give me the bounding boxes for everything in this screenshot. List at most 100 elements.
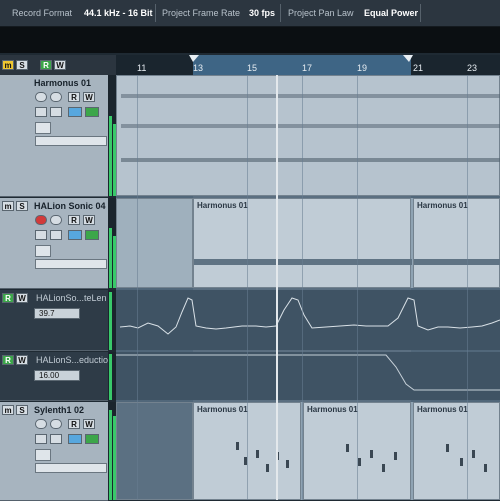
bar-number: 13 (193, 63, 204, 73)
playback-cursor[interactable] (276, 75, 278, 500)
read-button[interactable]: R (68, 215, 80, 225)
automation-parameter-name[interactable]: HALionSo...teLen (36, 293, 107, 303)
part-name: Harmonus 01 (417, 201, 468, 210)
pan-law-label: Project Pan Law (288, 8, 354, 18)
automation-read-button[interactable]: R (2, 355, 14, 365)
track-lane-harmonus[interactable] (116, 75, 500, 196)
timebase-button[interactable] (68, 230, 82, 240)
lane-slot[interactable] (35, 259, 107, 269)
automation-value[interactable]: 16.00 (34, 370, 80, 381)
global-read-button[interactable]: R (40, 60, 52, 70)
timebase-button[interactable] (68, 107, 82, 117)
midi-notes (121, 94, 500, 162)
bar-number: 19 (357, 63, 368, 73)
edit-button[interactable] (35, 230, 47, 240)
midi-part[interactable] (116, 198, 193, 288)
track-meter (108, 75, 116, 196)
grid-line (467, 75, 468, 500)
global-write-button[interactable]: W (54, 60, 66, 70)
read-button[interactable]: R (68, 92, 80, 102)
pencil-icon[interactable] (35, 245, 51, 257)
solo-button[interactable]: S (16, 405, 28, 415)
left-locator-icon[interactable] (189, 55, 201, 63)
edit-button[interactable] (35, 434, 47, 444)
automation-curve[interactable] (116, 352, 500, 400)
write-button[interactable]: W (83, 419, 95, 429)
track-name[interactable]: HALion Sonic 04 (34, 201, 106, 211)
record-enable-button[interactable] (50, 92, 62, 102)
automation-value[interactable]: 39.7 (34, 308, 80, 319)
track-header-harmonus[interactable]: Harmonus 01 R W (0, 75, 108, 197)
write-button[interactable]: W (83, 92, 95, 102)
instrument-button[interactable] (85, 230, 99, 240)
mute-button[interactable]: m (2, 201, 14, 211)
global-solo-button[interactable]: S (16, 60, 28, 70)
pencil-icon[interactable] (35, 122, 51, 134)
bar-number: 11 (137, 63, 147, 73)
record-enable-button[interactable] (35, 215, 47, 225)
timeline-ruler[interactable]: 11 13 15 17 19 21 23 (116, 55, 500, 75)
grid-line (247, 75, 248, 500)
automation-header-1[interactable]: R W HALionSo...teLen 39.7 (0, 290, 108, 351)
track-lane-halion[interactable]: Harmonus 01 Harmonus 01 (116, 198, 500, 288)
right-locator-icon[interactable] (403, 55, 415, 63)
automation-write-button[interactable]: W (16, 293, 28, 303)
info-line-area (0, 27, 500, 53)
track-lane-sylenth[interactable]: Harmonus 01 Harmonus 01 Harmonus 01 (116, 402, 500, 500)
track-name[interactable]: Sylenth1 02 (34, 405, 84, 415)
read-button[interactable]: R (68, 419, 80, 429)
instrument-button[interactable] (85, 107, 99, 117)
lane-slot[interactable] (35, 463, 107, 473)
global-mute-button[interactable]: m (2, 60, 14, 70)
frame-rate-value[interactable]: 30 fps (249, 8, 275, 18)
bar-number: 23 (467, 63, 478, 73)
grid-line (357, 75, 358, 500)
midi-notes (236, 442, 487, 472)
separator (155, 4, 156, 22)
track-meter (108, 198, 116, 288)
link-button[interactable] (50, 107, 62, 117)
midi-part[interactable] (116, 75, 500, 196)
bar-number: 17 (302, 63, 313, 73)
note-bar (414, 259, 500, 265)
track-header-halion-sonic[interactable]: m S HALion Sonic 04 R W (0, 198, 108, 289)
pan-law-value[interactable]: Equal Power (364, 8, 418, 18)
automation-parameter-name[interactable]: HALionS...eduction (36, 355, 113, 365)
track-header-sylenth[interactable]: m S Sylenth1 02 R W (0, 402, 108, 501)
edit-button[interactable] (35, 107, 47, 117)
monitor-button[interactable] (50, 215, 62, 225)
part-name: Harmonus 01 (197, 201, 248, 210)
note-bar (194, 259, 412, 265)
automation-lane-2[interactable] (116, 352, 500, 400)
link-button[interactable] (50, 434, 62, 444)
record-enable-button[interactable] (35, 419, 47, 429)
timebase-button[interactable] (68, 434, 82, 444)
grid-line (137, 75, 138, 500)
automation-curve[interactable] (116, 290, 500, 350)
pencil-icon[interactable] (35, 449, 51, 461)
mute-button[interactable]: m (2, 405, 14, 415)
separator (420, 4, 421, 22)
track-meter (108, 352, 116, 400)
monitor-button[interactable] (50, 419, 62, 429)
monitor-button[interactable] (35, 92, 47, 102)
record-format-value[interactable]: 44.1 kHz - 16 Bit (84, 8, 153, 18)
automation-write-button[interactable]: W (16, 355, 28, 365)
automation-header-2[interactable]: R W HALionS...eduction 16.00 (0, 352, 113, 401)
record-format-label: Record Format (12, 8, 73, 18)
grid-line (302, 75, 303, 500)
track-name[interactable]: Harmonus 01 (34, 78, 91, 88)
bar-number: 15 (247, 63, 258, 73)
separator (280, 4, 281, 22)
solo-button[interactable]: S (16, 201, 28, 211)
event-display[interactable]: Harmonus 01 Harmonus 01 Harmonus 01 Harm… (116, 75, 500, 500)
lane-slot[interactable] (35, 136, 107, 146)
track-meter (108, 290, 116, 350)
write-button[interactable]: W (83, 215, 95, 225)
track-list-toolbar: m S R W (0, 55, 116, 75)
link-button[interactable] (50, 230, 62, 240)
automation-read-button[interactable]: R (2, 293, 14, 303)
instrument-button[interactable] (85, 434, 99, 444)
midi-part[interactable]: Harmonus 01 (413, 198, 500, 288)
automation-lane-1[interactable] (116, 290, 500, 350)
